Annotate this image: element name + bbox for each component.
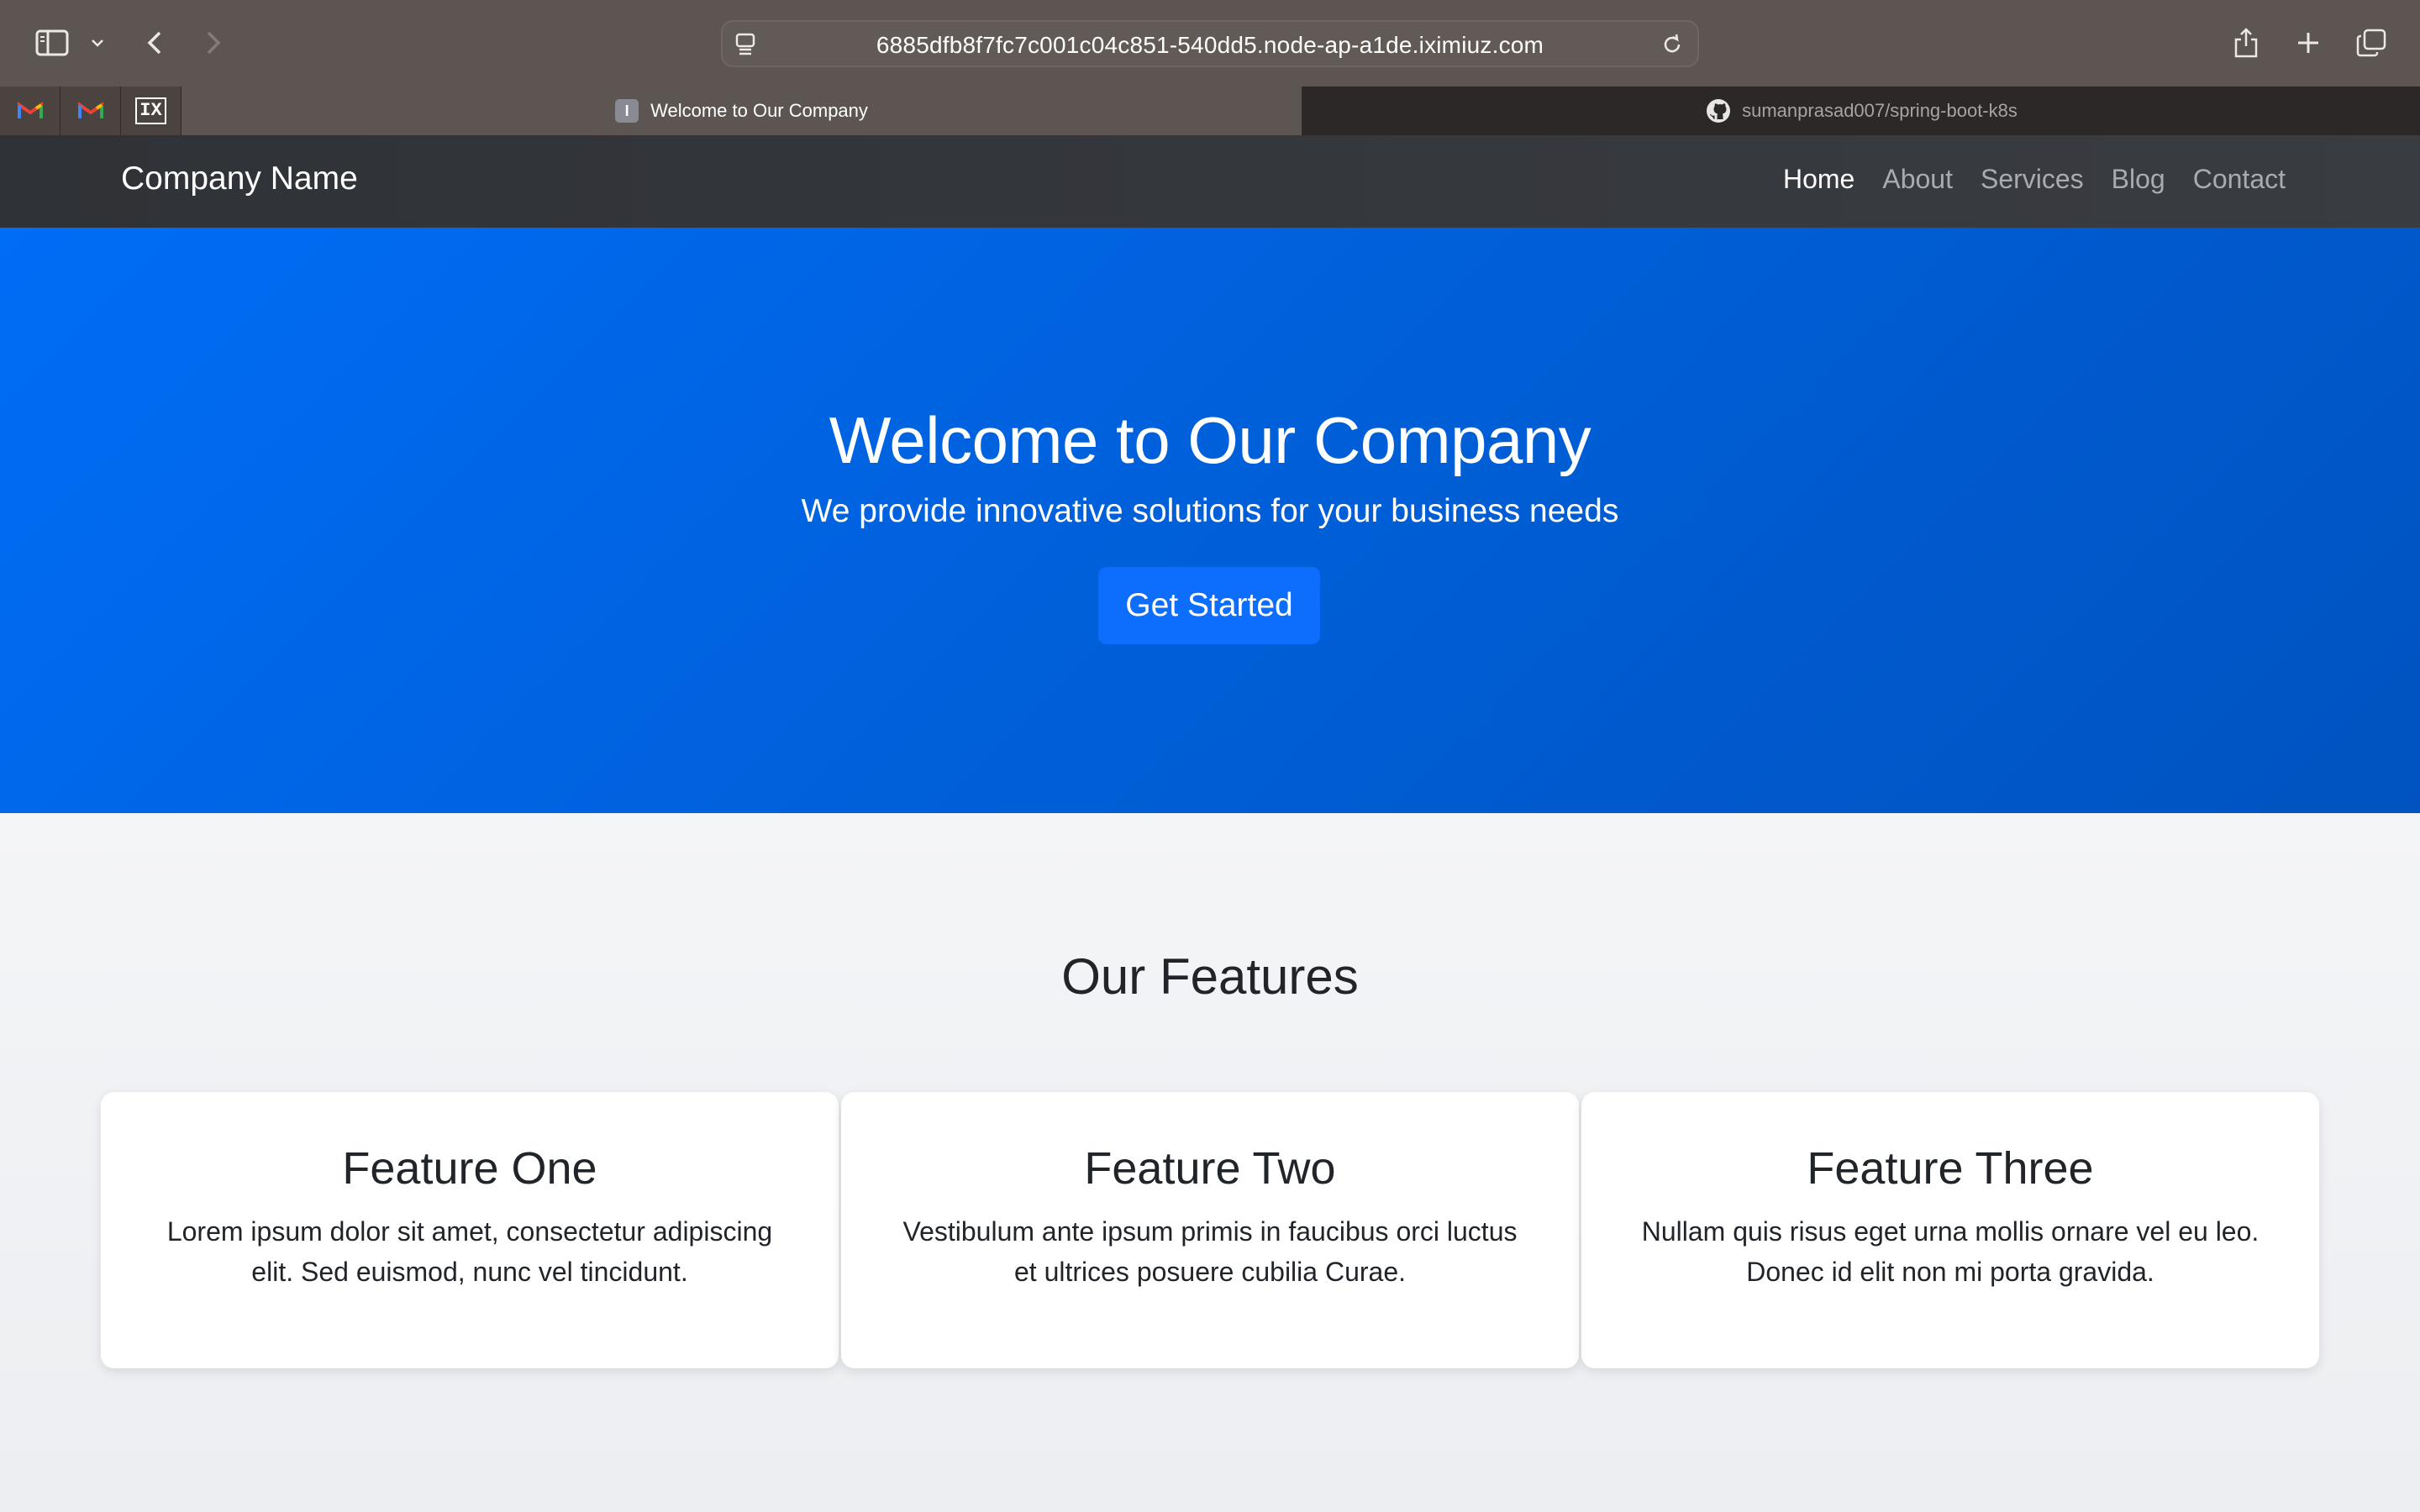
- nav-link-contact[interactable]: Contact: [2193, 164, 2286, 195]
- feature-text: Lorem ipsum dolor sit amet, consectetur …: [166, 1216, 773, 1287]
- tab-favicon: I: [615, 99, 639, 123]
- gmail-icon: [17, 102, 43, 118]
- feature-title: Feature Two: [1084, 1143, 1336, 1194]
- nav-link-services[interactable]: Services: [1981, 164, 2084, 195]
- pinned-tab-gmail[interactable]: [0, 87, 60, 135]
- hero-subtitle: We provide innovative solutions for your…: [801, 493, 1619, 529]
- tab-welcome[interactable]: I Welcome to Our Company: [182, 87, 1302, 135]
- pinned-tab-gmail[interactable]: [60, 87, 121, 135]
- forward-icon[interactable]: [198, 20, 229, 66]
- tab-title: Welcome to Our Company: [650, 100, 868, 121]
- pinned-tab-iximiuz[interactable]: IX: [121, 87, 182, 135]
- back-icon[interactable]: [139, 20, 170, 66]
- hero-section: Welcome to Our Company We provide innova…: [0, 228, 2420, 813]
- features-section: Our Features Feature One Lorem ipsum dol…: [0, 813, 2420, 1512]
- github-icon: [1705, 97, 1732, 124]
- tab-title: sumanprasad007/spring-boot-k8s: [1742, 100, 2018, 121]
- feature-card: Feature Two Vestibulum ante ipsum primis…: [841, 1092, 1579, 1368]
- sidebar-toggle-icon[interactable]: [32, 20, 72, 66]
- get-started-button[interactable]: Get Started: [1098, 567, 1320, 644]
- iximiuz-icon: IX: [135, 97, 166, 124]
- gmail-icon: [77, 102, 103, 118]
- tab-github[interactable]: sumanprasad007/spring-boot-k8s: [1302, 87, 2420, 135]
- nav-link-home[interactable]: Home: [1783, 164, 1854, 195]
- reload-icon[interactable]: [1660, 33, 1684, 60]
- nav-links: Home About Services Blog Contact: [1783, 164, 2286, 195]
- browser-toolbar: 6885dfb8f7fc7c001c04c851-540dd5.node-ap-…: [0, 0, 2420, 87]
- site-navbar: Company Name Home About Services Blog Co…: [0, 135, 2420, 228]
- address-bar[interactable]: 6885dfb8f7fc7c001c04c851-540dd5.node-ap-…: [721, 20, 1699, 67]
- hero-title: Welcome to Our Company: [829, 403, 1591, 477]
- tab-bar: IX I Welcome to Our Company sumanprasad0…: [0, 87, 2420, 135]
- features-heading: Our Features: [1061, 948, 1359, 1005]
- share-icon[interactable]: [2232, 20, 2260, 66]
- nav-link-about[interactable]: About: [1882, 164, 1953, 195]
- chevron-down-icon[interactable]: [87, 20, 108, 66]
- feature-text: Vestibulum ante ipsum primis in faucibus…: [902, 1216, 1518, 1287]
- feature-title: Feature Three: [1807, 1143, 2094, 1194]
- new-tab-icon[interactable]: [2294, 20, 2323, 66]
- feature-card: Feature One Lorem ipsum dolor sit amet, …: [101, 1092, 839, 1368]
- feature-text: Nullam quis risus eget urna mollis ornar…: [1641, 1216, 2260, 1287]
- nav-link-blog[interactable]: Blog: [2112, 164, 2165, 195]
- feature-card: Feature Three Nullam quis risus eget urn…: [1581, 1092, 2319, 1368]
- brand-link[interactable]: Company Name: [121, 160, 358, 197]
- tab-overview-icon[interactable]: [2354, 20, 2388, 66]
- url-text[interactable]: 6885dfb8f7fc7c001c04c851-540dd5.node-ap-…: [723, 32, 1697, 59]
- feature-title: Feature One: [342, 1143, 597, 1194]
